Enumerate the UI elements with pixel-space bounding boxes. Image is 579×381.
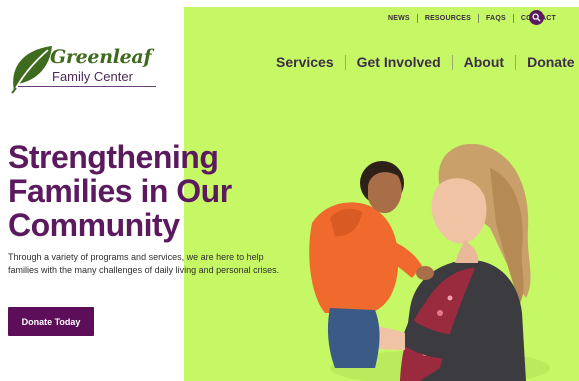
util-separator [477,13,479,23]
hero-description: Through a variety of programs and servic… [8,252,280,275]
search-button[interactable] [529,10,544,25]
site-logo[interactable]: Greenleaf Family Center [8,44,156,94]
main-nav: Services Get Involved About Donate [276,52,575,72]
nav-link-donate[interactable]: Donate [527,54,574,70]
hero-title-line: Families in Our [8,173,232,209]
donate-today-button[interactable]: Donate Today [8,307,94,336]
hero-title: Strengthening Families in Our Community [8,140,268,242]
util-link-faqs[interactable]: FAQS [486,15,506,22]
util-link-resources[interactable]: RESOURCES [425,15,471,22]
hero-title-line: Community [8,207,180,243]
nav-separator [451,54,453,70]
hero-title-line: Strengthening [8,139,219,175]
search-icon [532,13,541,22]
nav-separator [515,54,517,70]
util-separator [416,13,418,23]
logo-name: Greenleaf [50,46,152,68]
logo-underline [18,86,156,87]
hero-photo-mother-child [309,143,550,381]
util-link-news[interactable]: NEWS [388,15,410,22]
nav-link-services[interactable]: Services [276,54,334,70]
nav-link-about[interactable]: About [464,54,504,70]
logo-subtitle: Family Center [52,69,133,84]
util-separator [512,13,514,23]
nav-separator [344,54,346,70]
nav-link-get-involved[interactable]: Get Involved [357,54,441,70]
